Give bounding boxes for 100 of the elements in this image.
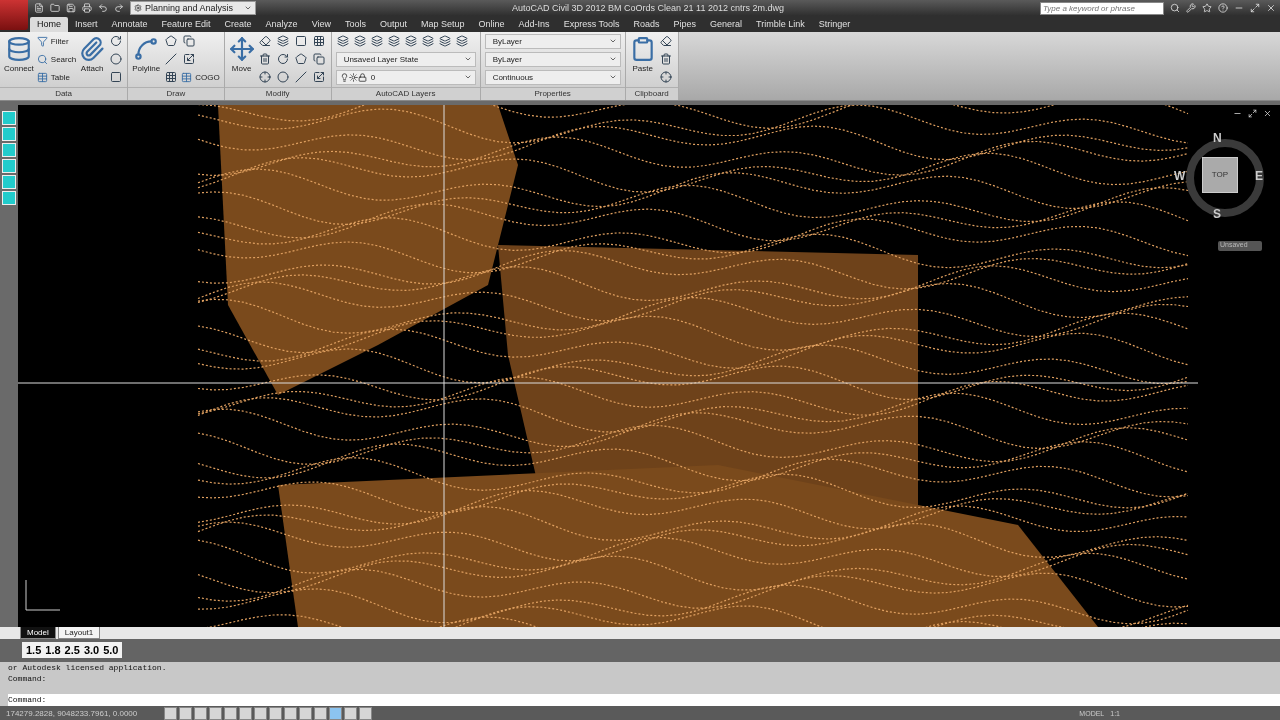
undo-icon[interactable] xyxy=(98,3,108,13)
panel-title[interactable]: Draw xyxy=(128,86,224,100)
ribbon-small-button[interactable]: Search xyxy=(36,51,77,67)
wrench-icon[interactable] xyxy=(1186,3,1196,13)
search-field[interactable]: Type a keyword or phrase xyxy=(1040,1,1164,15)
redo-icon[interactable] xyxy=(114,3,124,13)
side-tool-icon[interactable] xyxy=(2,126,16,141)
ribbon-tab[interactable]: Pipes xyxy=(666,16,703,32)
search-icon[interactable] xyxy=(1170,3,1180,13)
drafting-toggle[interactable] xyxy=(224,706,237,720)
scale-button[interactable]: 1.5 xyxy=(26,644,42,657)
tool-icon[interactable] xyxy=(108,51,124,67)
tool-icon[interactable] xyxy=(275,33,291,49)
ribbon-small-button[interactable]: Filter xyxy=(36,33,77,49)
drafting-toggle[interactable] xyxy=(194,706,207,720)
scale-button[interactable]: 2.5 xyxy=(64,644,80,657)
property-dropdown[interactable]: Unsaved Layer State xyxy=(335,51,476,67)
layer-tool-icon[interactable] xyxy=(335,33,351,49)
drafting-toggle[interactable] xyxy=(284,706,297,720)
ribbon-tab[interactable]: Annotate xyxy=(104,16,155,32)
drafting-toggle[interactable] xyxy=(329,706,342,720)
side-tool-icon[interactable] xyxy=(2,158,16,173)
property-dropdown[interactable]: Continuous xyxy=(484,69,621,85)
side-tool-icon[interactable] xyxy=(2,142,16,157)
ribbon-tab[interactable]: Output xyxy=(373,16,415,32)
panel-title[interactable]: Clipboard xyxy=(625,86,678,100)
print-icon[interactable] xyxy=(82,3,92,13)
ribbon-large-button[interactable]: Attach xyxy=(79,33,106,73)
panel-title[interactable]: AutoCAD Layers xyxy=(331,86,480,100)
close-icon[interactable] xyxy=(1263,108,1272,118)
scale-button[interactable]: 3.0 xyxy=(83,644,100,657)
drafting-toggle[interactable] xyxy=(209,706,222,720)
drafting-toggle[interactable] xyxy=(359,706,372,720)
restore-icon[interactable] xyxy=(1248,108,1257,118)
ribbon-small-button[interactable]: COGO xyxy=(181,69,220,85)
ribbon-tab[interactable]: General xyxy=(703,16,750,32)
viewcube-face[interactable]: TOP xyxy=(1202,156,1238,193)
tool-icon[interactable] xyxy=(257,51,273,67)
property-dropdown[interactable]: ByLayer xyxy=(484,33,621,49)
help-icon[interactable] xyxy=(1218,3,1228,13)
scale-button[interactable]: 5.0 xyxy=(103,644,119,657)
drafting-toggle[interactable] xyxy=(314,706,327,720)
tool-icon[interactable] xyxy=(311,51,327,67)
tool-icon[interactable] xyxy=(163,69,179,85)
tool-icon[interactable] xyxy=(108,69,124,85)
side-tool-icon[interactable] xyxy=(2,174,16,189)
ribbon-large-button[interactable]: Paste xyxy=(629,33,656,73)
side-tool-icon[interactable] xyxy=(2,110,16,125)
ribbon-small-button[interactable]: Table xyxy=(36,69,77,85)
layer-tool-icon[interactable] xyxy=(386,33,402,49)
ribbon-tab[interactable]: Feature Edit xyxy=(154,16,218,32)
layer-tool-icon[interactable] xyxy=(352,33,368,49)
drafting-toggle[interactable] xyxy=(164,706,177,720)
sun-icon[interactable] xyxy=(348,72,358,82)
restore-icon[interactable] xyxy=(1250,3,1260,13)
ribbon-large-button[interactable]: Connect xyxy=(4,33,34,73)
tool-icon[interactable] xyxy=(658,33,674,49)
lightbulb-icon[interactable] xyxy=(339,72,349,82)
ribbon-tab[interactable]: Analyze xyxy=(258,16,305,32)
command-input[interactable]: Command: xyxy=(8,694,1280,707)
tool-icon[interactable] xyxy=(163,51,179,67)
close-icon[interactable] xyxy=(1266,3,1276,13)
ribbon-tab[interactable]: View xyxy=(304,16,338,32)
tool-icon[interactable] xyxy=(311,69,327,85)
new-file-icon[interactable] xyxy=(34,3,44,13)
drafting-toggle[interactable] xyxy=(239,706,252,720)
layer-tool-icon[interactable] xyxy=(454,33,470,49)
ribbon-tab[interactable]: Insert xyxy=(68,16,105,32)
ribbon-large-button[interactable]: Move xyxy=(228,33,255,73)
tool-icon[interactable] xyxy=(293,33,309,49)
panel-title[interactable]: Modify xyxy=(224,86,331,100)
layer-tool-icon[interactable] xyxy=(403,33,419,49)
tool-icon[interactable] xyxy=(257,69,273,85)
ribbon-tab[interactable]: Map Setup xyxy=(414,16,472,32)
tool-icon[interactable] xyxy=(658,69,674,85)
tool-icon[interactable] xyxy=(658,51,674,67)
ribbon-large-button[interactable]: Polyline xyxy=(132,33,161,73)
star-icon[interactable] xyxy=(1202,3,1212,13)
layer-tool-icon[interactable] xyxy=(420,33,436,49)
tool-icon[interactable] xyxy=(293,51,309,67)
ribbon-tab[interactable]: Stringer xyxy=(811,16,858,32)
drafting-toggle[interactable] xyxy=(179,706,192,720)
scale-button[interactable]: 1.8 xyxy=(45,644,61,657)
drafting-toggle[interactable] xyxy=(269,706,282,720)
drafting-toggle[interactable] xyxy=(299,706,312,720)
tool-icon[interactable] xyxy=(275,69,291,85)
save-icon[interactable] xyxy=(66,3,76,13)
layer-tool-icon[interactable] xyxy=(437,33,453,49)
lock-icon[interactable] xyxy=(357,72,367,82)
tool-icon[interactable] xyxy=(181,33,197,49)
property-dropdown[interactable]: ByLayer xyxy=(484,51,621,67)
ribbon-tab[interactable]: Online xyxy=(471,16,512,32)
tool-icon[interactable] xyxy=(311,33,327,49)
ribbon-tab[interactable]: Tools xyxy=(338,16,373,32)
tool-icon[interactable] xyxy=(181,51,197,67)
open-folder-icon[interactable] xyxy=(50,3,60,13)
side-tool-icon[interactable] xyxy=(2,190,16,205)
workspace-dropdown[interactable]: Planning and Analysis xyxy=(130,1,256,15)
tool-icon[interactable] xyxy=(163,33,179,49)
ribbon-tab[interactable]: Add-Ins xyxy=(511,16,557,32)
